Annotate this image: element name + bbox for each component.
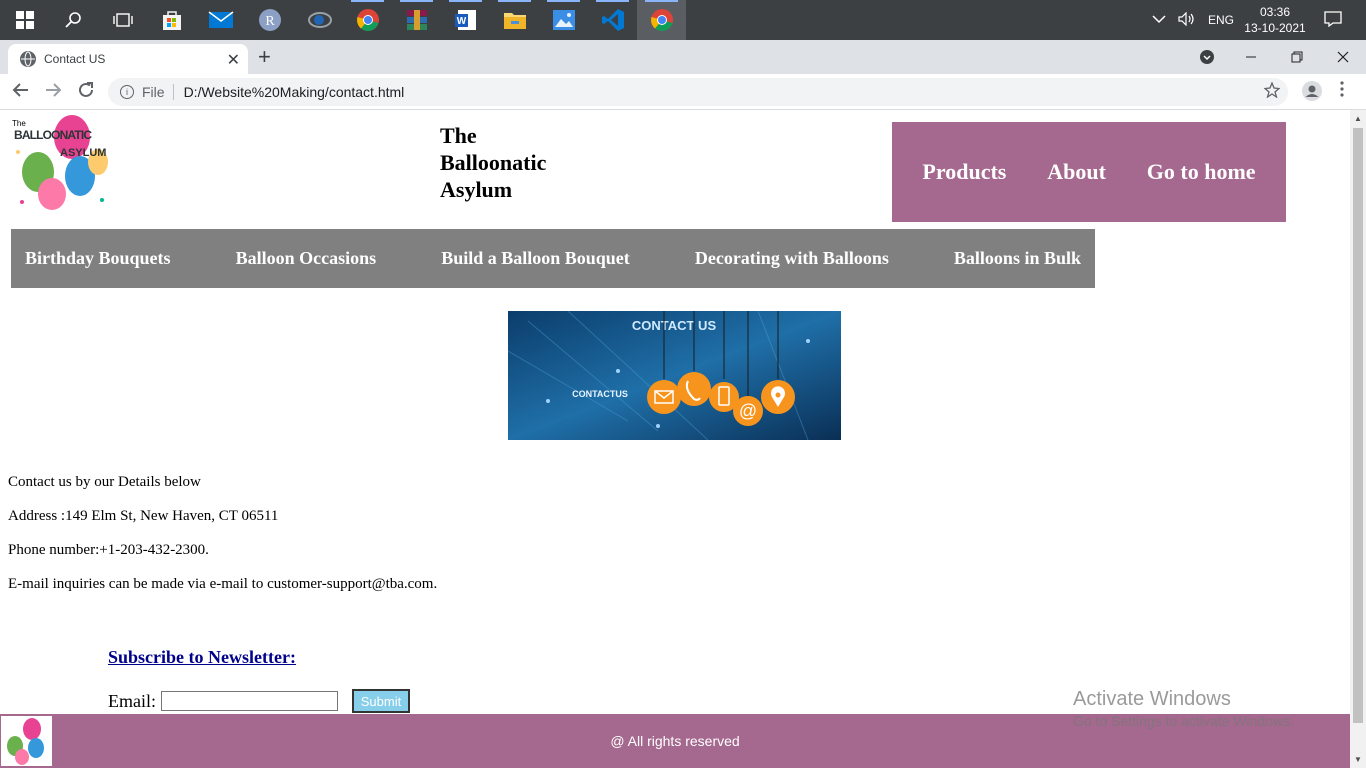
svg-text:@: @ [739, 401, 757, 421]
scrollbar-thumb[interactable] [1353, 128, 1363, 723]
contact-phone: Phone number:+1-203-432-2300. [8, 542, 209, 558]
tab-title: Contact US [44, 52, 106, 66]
r-app-icon[interactable]: R [245, 0, 294, 40]
contact-address: Address :149 Elm St, New Haven, CT 06511 [8, 508, 279, 524]
windows-taskbar: R W ENG 03:36 13-10-2021 [0, 0, 1366, 40]
nav-home-link[interactable]: Go to home [1147, 159, 1256, 185]
chrome-active-icon[interactable] [637, 0, 686, 40]
banner-subtitle: CONTACTUS [572, 389, 628, 399]
logo-text-asylum: ASYLUM [60, 147, 106, 159]
menu-kebab-icon[interactable] [1340, 81, 1344, 102]
category-decorating-link[interactable]: Decorating with Balloons [695, 248, 889, 269]
reload-icon[interactable] [77, 81, 95, 104]
bookmark-star-icon[interactable] [1263, 81, 1281, 103]
globe-icon [20, 51, 36, 67]
close-tab-icon[interactable]: ✕ [227, 50, 240, 70]
category-bulk-link[interactable]: Balloons in Bulk [954, 248, 1081, 269]
contact-intro: Contact us by our Details below [8, 474, 201, 490]
footer-copyright: @ All rights reserved [610, 733, 740, 749]
submit-button[interactable]: Submit [352, 689, 410, 713]
top-navigation: Products About Go to home [892, 122, 1286, 222]
site-title: The Balloonatic Asylum [440, 122, 580, 203]
category-birthday-bouquets-link[interactable]: Birthday Bouquets [25, 248, 171, 269]
category-build-bouquet-link[interactable]: Build a Balloon Bouquet [441, 248, 630, 269]
tab-search-icon[interactable] [1184, 40, 1230, 74]
logo-text-balloonatic: BALLOONATIC [14, 128, 92, 142]
system-tray: ENG 03:36 13-10-2021 [1146, 0, 1366, 40]
photos-icon[interactable] [539, 0, 588, 40]
newsletter-form: Email: Submit [108, 689, 410, 713]
site-title-line-3: Asylum [440, 177, 513, 202]
vscode-icon[interactable] [588, 0, 637, 40]
close-window-icon[interactable] [1320, 40, 1366, 74]
site-title-line-2: Balloonatic [440, 150, 547, 175]
file-explorer-icon[interactable] [490, 0, 539, 40]
new-tab-button[interactable]: + [258, 44, 271, 70]
browser-tabstrip: Contact US ✕ [0, 40, 1366, 74]
svg-text:R: R [265, 14, 275, 29]
nav-products-link[interactable]: Products [922, 159, 1006, 185]
scheme-label: File [142, 84, 165, 100]
back-icon[interactable] [12, 81, 30, 104]
svg-text:W: W [456, 16, 466, 27]
page-content: The BALLOONATIC ASYLUM The Balloonatic A… [0, 110, 1350, 768]
language-indicator[interactable]: ENG [1208, 13, 1234, 27]
email-field[interactable] [161, 691, 338, 711]
windows-start-icon[interactable] [0, 0, 49, 40]
browser-toolbar: i File D:/Website%20Making/contact.html [0, 74, 1366, 110]
address-bar[interactable]: i File D:/Website%20Making/contact.html [108, 78, 1288, 106]
browser-tab[interactable]: Contact US ✕ [8, 44, 248, 74]
url-text[interactable]: D:/Website%20Making/contact.html [184, 84, 405, 100]
word-icon[interactable]: W [441, 0, 490, 40]
info-icon[interactable]: i [120, 85, 134, 99]
omnibox-divider [172, 84, 174, 100]
contact-details: Contact us by our Details below Address … [8, 474, 437, 610]
winrar-icon[interactable] [392, 0, 441, 40]
email-label: Email: [108, 690, 156, 711]
activate-windows-watermark: Activate Windows Go to Settings to activ… [1073, 688, 1294, 729]
notifications-icon[interactable] [1324, 10, 1342, 30]
site-logo[interactable]: The BALLOONATIC ASYLUM [10, 112, 112, 212]
clock-date: 13-10-2021 [1244, 21, 1306, 35]
newsletter-heading[interactable]: Subscribe to Newsletter: [108, 647, 296, 668]
rstudio-icon[interactable] [294, 0, 343, 40]
watermark-line-1: Activate Windows [1073, 688, 1231, 710]
scroll-down-icon[interactable]: ▼ [1354, 755, 1362, 764]
category-balloon-occasions-link[interactable]: Balloon Occasions [236, 248, 377, 269]
volume-icon[interactable] [1178, 11, 1196, 29]
contact-banner-image: CONTACT US CONTACTUS @ [507, 310, 841, 441]
minimize-icon[interactable] [1228, 40, 1274, 74]
banner-title: CONTACT US [632, 318, 717, 333]
page-scrollbar[interactable]: ▲ ▼ [1350, 110, 1366, 768]
restore-icon[interactable] [1274, 40, 1320, 74]
clock[interactable]: 03:36 13-10-2021 [1240, 4, 1310, 36]
chrome-icon[interactable] [343, 0, 392, 40]
logo-text-the: The [12, 119, 26, 128]
mail-icon[interactable] [196, 0, 245, 40]
clock-time: 03:36 [1259, 5, 1291, 19]
contact-email: E-mail inquiries can be made via e-mail … [8, 576, 438, 592]
site-title-line-1: The [440, 123, 477, 148]
nav-about-link[interactable]: About [1047, 159, 1106, 185]
store-icon[interactable] [147, 0, 196, 40]
profile-icon[interactable] [1301, 80, 1323, 107]
search-icon[interactable] [49, 0, 98, 40]
task-view-icon[interactable] [98, 0, 147, 40]
category-navigation: Birthday Bouquets Balloon Occasions Buil… [11, 229, 1095, 288]
scroll-up-icon[interactable]: ▲ [1354, 114, 1362, 123]
chevron-up-icon[interactable] [1152, 13, 1166, 27]
forward-icon[interactable] [44, 81, 62, 104]
watermark-line-2: Go to Settings to activate Windows. [1073, 713, 1294, 729]
